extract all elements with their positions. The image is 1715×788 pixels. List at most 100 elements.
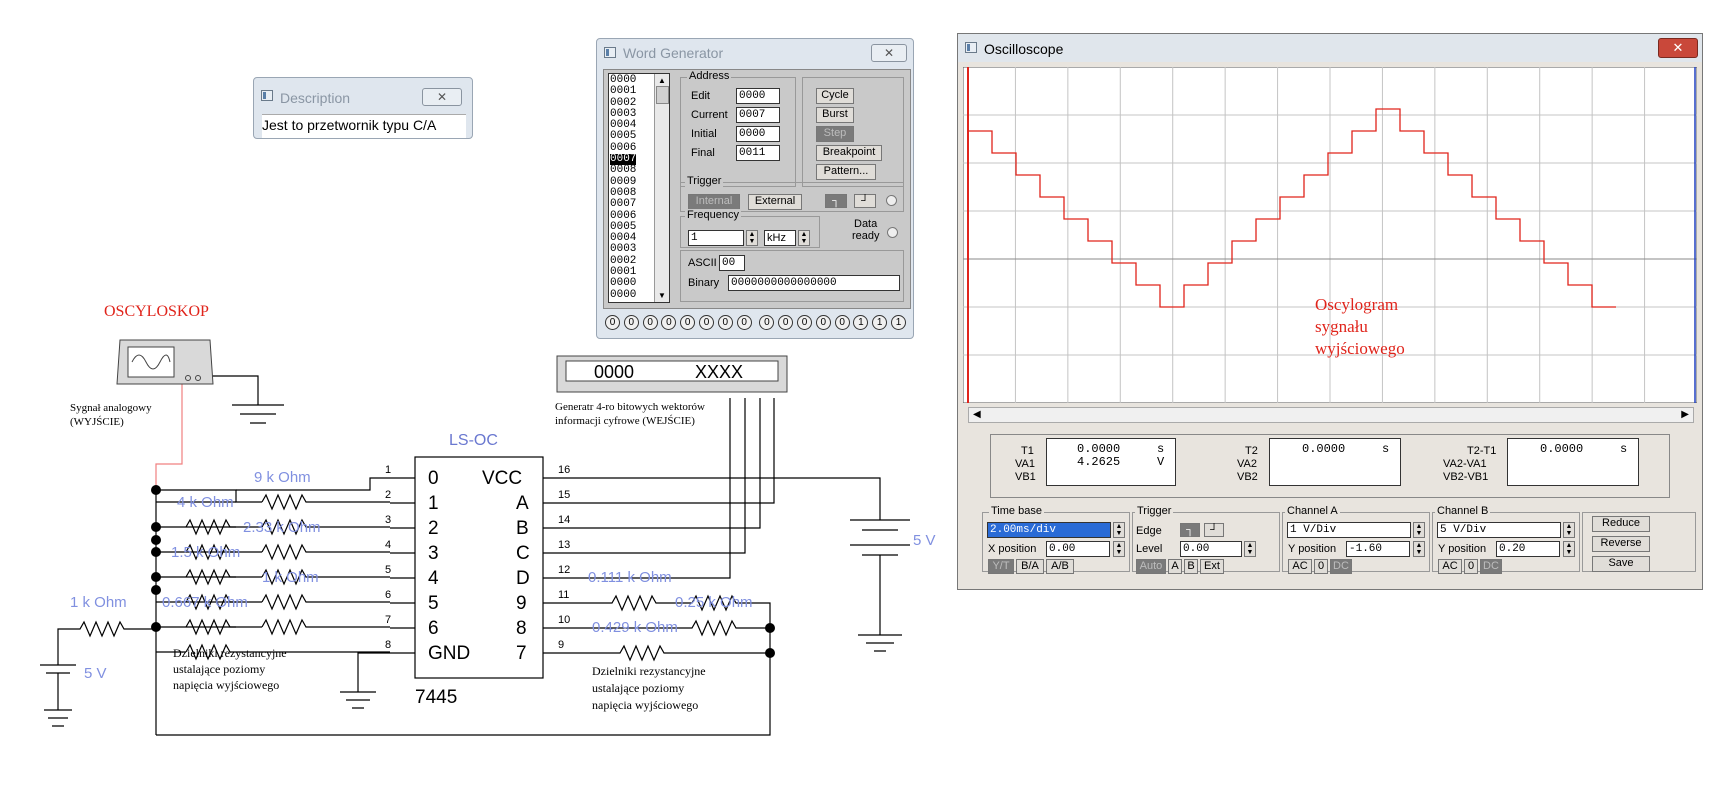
description-text-area[interactable]: Jest to przetwornik typu C/A — [262, 114, 466, 138]
word-generator-window[interactable]: Word Generator ✕ 0000 0001 0002 0003 0004 000… — [596, 38, 914, 339]
breakpoint-button[interactable]: Breakpoint — [816, 145, 882, 161]
pattern-button[interactable]: Pattern... — [816, 164, 876, 180]
trigger-b-button[interactable]: B — [1184, 559, 1198, 574]
word-list-item[interactable]: 0001 — [610, 85, 636, 97]
pin-number: 8 — [385, 639, 392, 651]
level-field[interactable]: 0.00 — [1180, 541, 1242, 557]
internal-trigger-button[interactable]: Internal — [688, 194, 740, 210]
bit-connector[interactable]: 1 — [872, 315, 888, 330]
frequency-unit[interactable]: kHz — [764, 230, 796, 246]
bit-connector[interactable]: 0 — [834, 315, 850, 330]
save-button[interactable]: Save — [1592, 556, 1650, 572]
frequency-spinner[interactable]: ▲ ▼ — [746, 230, 758, 246]
ext-button[interactable]: Ext — [1200, 559, 1224, 574]
bit-connector[interactable]: 0 — [605, 315, 620, 330]
word-list-item[interactable]: 0000 — [610, 289, 636, 301]
channel-b-dc-button[interactable]: DC — [1480, 559, 1502, 574]
frequency-field[interactable]: 1 — [688, 230, 744, 246]
ascii-field[interactable]: 00 — [719, 255, 745, 271]
channel-b-scale-spinner[interactable]: ▲ ▼ — [1563, 522, 1575, 538]
falling-edge-icon[interactable]: ┘ — [854, 194, 876, 208]
description-window[interactable]: Description ✕ Jest to przetwornik typu C… — [253, 77, 473, 139]
rising-edge-icon[interactable]: ┐ — [825, 194, 847, 208]
channel-a-scale-spinner[interactable]: ▲ ▼ — [1413, 522, 1425, 538]
ab-button[interactable]: A/B — [1046, 559, 1074, 574]
burst-button[interactable]: Burst — [816, 107, 854, 123]
word-list-scrollbar[interactable]: ▲ ▼ — [654, 74, 669, 302]
channel-b-ypos-spinner[interactable]: ▲ ▼ — [1563, 541, 1575, 557]
bit-connector[interactable]: 0 — [797, 315, 812, 330]
close-button[interactable]: ✕ — [422, 88, 462, 106]
bit-connector[interactable]: 0 — [642, 315, 658, 330]
word-list-item[interactable]: 0008 — [610, 165, 636, 177]
bit-connector[interactable]: 0 — [778, 315, 794, 330]
bit-connector[interactable]: 0 — [736, 315, 752, 330]
oscilloscope-instrument-icon[interactable] — [116, 339, 214, 385]
word-list[interactable]: 0000 0001 0002 0003 0004 0005 0006 0007 0008 0009… — [608, 73, 670, 303]
scroll-right-icon[interactable]: ▶ — [1681, 409, 1689, 420]
bit-connector[interactable]: 0 — [717, 315, 733, 330]
bit-connector[interactable]: 0 — [699, 315, 714, 330]
external-trigger-button[interactable]: External — [748, 194, 802, 210]
channel-a-ypos-field[interactable]: -1.60 — [1346, 541, 1410, 557]
scroll-down-icon[interactable]: ▼ — [658, 291, 666, 300]
bit-connector[interactable]: 0 — [661, 315, 677, 330]
step-button[interactable]: Step — [816, 126, 854, 142]
initial-field[interactable]: 0000 — [736, 126, 780, 142]
final-field[interactable]: 0011 — [736, 145, 780, 161]
scroll-thumb[interactable] — [656, 86, 669, 104]
channel-b-ypos-field[interactable]: 0.20 — [1496, 541, 1560, 557]
edit-field[interactable]: 0000 — [736, 88, 780, 104]
yt-button[interactable]: Y/T — [988, 559, 1014, 574]
bit-connector[interactable]: 1 — [891, 315, 906, 330]
bit-connector[interactable]: 1 — [853, 315, 869, 330]
timebase-spinner[interactable]: ▲ ▼ — [1113, 522, 1125, 538]
channel-a-scale-field[interactable]: 1 V/Div — [1287, 522, 1411, 538]
bit-connector[interactable]: 0 — [680, 315, 696, 330]
channel-a-dc-button[interactable]: DC — [1330, 559, 1352, 574]
unit-spinner[interactable]: ▲ ▼ — [798, 230, 810, 246]
channel-a-zero-button[interactable]: 0 — [1314, 559, 1328, 574]
auto-button[interactable]: Auto — [1136, 559, 1166, 574]
word-list-item[interactable]: 0000 — [610, 278, 636, 290]
current-field[interactable]: 0007 — [736, 107, 780, 123]
scroll-left-icon[interactable]: ◀ — [973, 409, 981, 420]
timebase-field[interactable]: 2.00ms/div — [987, 522, 1111, 538]
pin-number: 14 — [558, 514, 571, 526]
trigger-radio[interactable] — [886, 195, 897, 206]
oscilloscope-scrollbar[interactable]: ◀ ▶ — [968, 407, 1694, 423]
scroll-up-icon[interactable]: ▲ — [658, 76, 666, 85]
ic-pin-left-0: 0 — [428, 468, 439, 489]
trigger-a-button[interactable]: A — [1168, 559, 1182, 574]
channel-a-ac-button[interactable]: AC — [1288, 559, 1312, 574]
word-list-item[interactable]: 0007 — [610, 198, 636, 210]
bit-connector[interactable]: 0 — [759, 315, 775, 330]
channel-b-zero-button[interactable]: 0 — [1464, 559, 1478, 574]
cycle-button[interactable]: Cycle — [816, 88, 854, 104]
word-generator-instrument-icon[interactable] — [556, 355, 788, 393]
divider-note-right-line1: Dzielniki rezystancyjne — [592, 664, 706, 678]
close-button[interactable]: ✕ — [1658, 38, 1698, 58]
xpos-spinner[interactable]: ▲ ▼ — [1113, 541, 1125, 557]
close-button[interactable]: ✕ — [871, 44, 907, 62]
channel-b-ac-button[interactable]: AC — [1438, 559, 1462, 574]
rising-edge-icon[interactable]: ┐ — [1180, 523, 1200, 537]
oscilloscope-titlebar[interactable]: Oscilloscope ✕ — [958, 34, 1702, 62]
word-generator-titlebar[interactable]: Word Generator ✕ — [597, 39, 913, 67]
reverse-button[interactable]: Reverse — [1592, 536, 1650, 552]
falling-edge-icon[interactable]: ┘ — [1204, 523, 1224, 537]
channel-a-ypos-spinner[interactable]: ▲ ▼ — [1413, 541, 1425, 557]
channel-b-scale-field[interactable]: 5 V/Div — [1437, 522, 1561, 538]
description-titlebar[interactable]: Description ✕ — [254, 78, 472, 108]
reduce-button[interactable]: Reduce — [1592, 516, 1650, 532]
level-spinner[interactable]: ▲ ▼ — [1244, 541, 1256, 557]
bit-connector[interactable]: 0 — [623, 315, 639, 330]
oscilloscope-window[interactable]: Oscilloscope ✕ Oscylogram sygnału wyjści… — [957, 33, 1703, 590]
binary-field[interactable]: 0000000000000000 — [728, 275, 900, 291]
ic-pin-right-1: A — [516, 493, 529, 514]
divider-note-right-line2: ustalające poziomy — [592, 681, 685, 695]
bit-connector[interactable]: 0 — [815, 315, 831, 330]
xpos-field[interactable]: 0.00 — [1046, 541, 1110, 557]
ba-button[interactable]: B/A — [1016, 559, 1044, 574]
t2-t1-readout-box: 0.0000 s — [1507, 438, 1639, 486]
